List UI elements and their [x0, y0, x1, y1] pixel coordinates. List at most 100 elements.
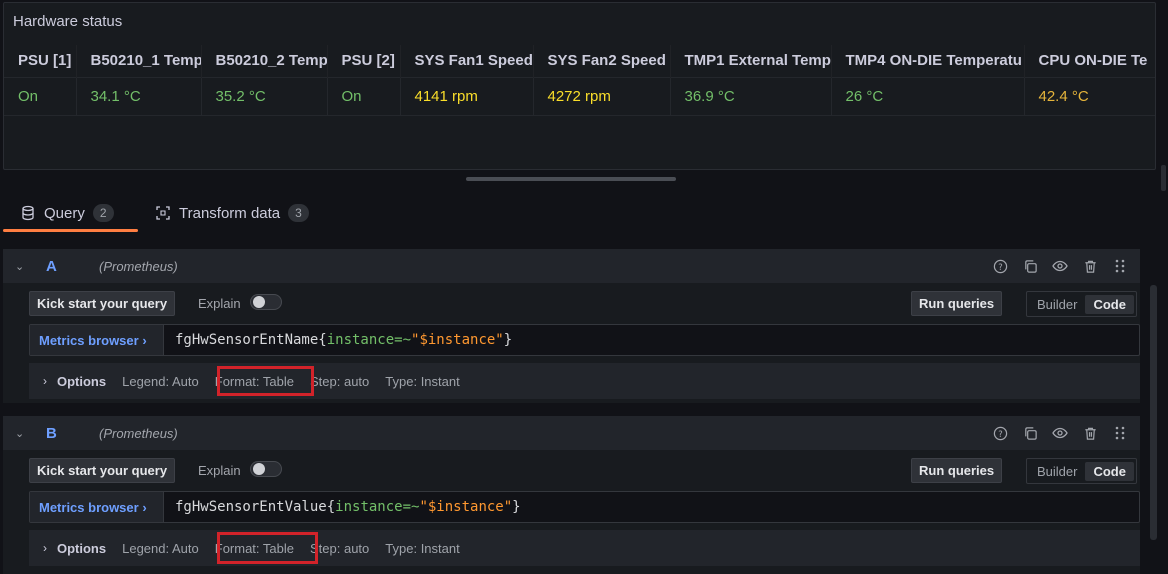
- step-option: Step: auto: [310, 540, 370, 556]
- query-letter[interactable]: A: [46, 258, 57, 275]
- explain-label: Explain: [198, 463, 241, 478]
- hardware-status-table: PSU [1] B50210_1 Temp B50210_2 Temp PSU …: [4, 45, 1155, 116]
- expr-metric: fgHwSensorEntValue{: [175, 499, 336, 515]
- step-option: Step: auto: [310, 373, 370, 389]
- table-cell: 42.4 °C: [1024, 76, 1155, 116]
- panel-title: Hardware status: [13, 13, 123, 30]
- kick-start-query-button[interactable]: Kick start your query: [29, 458, 176, 483]
- run-queries-button[interactable]: Run queries: [911, 458, 1003, 483]
- toggle-knob: [253, 296, 265, 308]
- trash-icon[interactable]: [1082, 258, 1098, 274]
- eye-icon[interactable]: [1052, 425, 1068, 441]
- query-expression-input[interactable]: fgHwSensorEntValue{instance=~"$instance"…: [164, 499, 521, 515]
- expr-label-key: instance=~: [335, 499, 420, 515]
- table-header-row: PSU [1] B50210_1 Temp B50210_2 Temp PSU …: [4, 45, 1155, 77]
- tab-label: Transform data: [179, 204, 281, 222]
- chevron-down-icon[interactable]: ⌄: [15, 260, 24, 273]
- tab-query[interactable]: Query 2: [20, 195, 114, 231]
- query-input-row: Metrics browser › fgHwSensorEntName{inst…: [29, 324, 1140, 356]
- transform-icon: [156, 206, 170, 220]
- options-label[interactable]: Options: [57, 541, 106, 556]
- duplicate-icon[interactable]: [1022, 258, 1038, 274]
- run-queries-button[interactable]: Run queries: [911, 291, 1003, 316]
- eye-icon[interactable]: [1052, 258, 1068, 274]
- toggle-knob: [253, 463, 265, 475]
- active-tab-indicator: [3, 229, 138, 232]
- expr-label-value: "$instance": [411, 332, 504, 348]
- type-option: Type: Instant: [385, 373, 460, 389]
- table-cell: 4141 rpm: [400, 76, 534, 116]
- column-header[interactable]: PSU [1]: [4, 45, 77, 77]
- metrics-browser-button[interactable]: Metrics browser ›: [30, 325, 164, 355]
- column-header[interactable]: SYS Fan1 Speed: [400, 45, 534, 77]
- tab-count-badge: 2: [92, 204, 114, 222]
- explain-toggle[interactable]: [250, 461, 282, 477]
- column-header[interactable]: TMP1 External Temp: [670, 45, 832, 77]
- pane-resize-handle[interactable]: [466, 177, 676, 181]
- expr-close: }: [503, 332, 513, 348]
- expr-metric: fgHwSensorEntName{: [175, 332, 327, 348]
- column-header[interactable]: TMP4 ON-DIE Temperatu: [831, 45, 1025, 77]
- svg-text:?: ?: [998, 428, 1002, 438]
- help-icon[interactable]: ?: [992, 425, 1008, 441]
- expr-label-value: "$instance": [419, 499, 513, 515]
- editor-scrollbar[interactable]: [1150, 285, 1157, 540]
- duplicate-icon[interactable]: [1022, 425, 1038, 441]
- explain-toggle[interactable]: [250, 294, 282, 310]
- table-cell: 35.2 °C: [201, 76, 328, 116]
- kick-start-query-button[interactable]: Kick start your query: [29, 291, 176, 316]
- table-cell: 34.1 °C: [76, 76, 202, 116]
- legend-option: Legend: Auto: [122, 373, 199, 389]
- tab-count-badge: 3: [288, 204, 309, 222]
- database-icon: [22, 205, 34, 221]
- help-icon[interactable]: ?: [992, 258, 1008, 274]
- query-expression-input[interactable]: fgHwSensorEntName{instance=~"$instance"}: [164, 332, 512, 348]
- query-options-row[interactable]: › Options Legend: Auto Format: Table Ste…: [29, 363, 1140, 399]
- chevron-down-icon[interactable]: ⌄: [15, 427, 24, 440]
- builder-mode-option[interactable]: Builder: [1029, 462, 1085, 481]
- table-row: On 34.1 °C 35.2 °C On 4141 rpm 4272 rpm …: [4, 76, 1155, 116]
- table-cell: 36.9 °C: [670, 76, 832, 116]
- drag-handle-icon[interactable]: [1112, 425, 1128, 441]
- tab-transform-data[interactable]: Transform data 3: [155, 195, 309, 231]
- hardware-status-panel: Hardware status PSU [1] B50210_1 Temp B5…: [3, 2, 1156, 170]
- query-actions: ?: [992, 249, 1128, 283]
- svg-text:?: ?: [998, 261, 1002, 271]
- builder-mode-option[interactable]: Builder: [1029, 295, 1085, 314]
- trash-icon[interactable]: [1082, 425, 1098, 441]
- chevron-right-icon[interactable]: ›: [43, 374, 47, 388]
- column-header[interactable]: SYS Fan2 Speed: [533, 45, 671, 77]
- options-label[interactable]: Options: [57, 374, 106, 389]
- editor-mode-switch: Builder Code: [1026, 291, 1137, 317]
- code-mode-option[interactable]: Code: [1085, 461, 1134, 481]
- chevron-right-icon[interactable]: ›: [43, 541, 47, 555]
- query-editor: Kick start your query Explain Run querie…: [3, 450, 1140, 574]
- query-row-header[interactable]: ⌄ A (Prometheus) ?: [3, 249, 1140, 283]
- metrics-browser-button[interactable]: Metrics browser ›: [30, 492, 164, 522]
- expr-close: }: [512, 499, 521, 515]
- table-cell: 26 °C: [831, 76, 1025, 116]
- datasource-label: (Prometheus): [99, 258, 178, 274]
- tab-label: Query: [44, 204, 85, 222]
- drag-handle-icon[interactable]: [1112, 258, 1128, 274]
- query-letter[interactable]: B: [46, 425, 57, 442]
- query-row-header[interactable]: ⌄ B (Prometheus) ?: [3, 416, 1140, 450]
- table-cell: 4272 rpm: [533, 76, 671, 116]
- datasource-label: (Prometheus): [99, 425, 178, 441]
- expr-label-key: instance=~: [326, 332, 412, 348]
- column-header[interactable]: B50210_2 Temp: [201, 45, 328, 77]
- explain-label: Explain: [198, 296, 241, 311]
- query-input-row: Metrics browser › fgHwSensorEntValue{ins…: [29, 491, 1140, 523]
- table-cell: On: [4, 76, 77, 116]
- panel-scrollbar[interactable]: [1161, 165, 1166, 191]
- column-header[interactable]: B50210_1 Temp: [76, 45, 202, 77]
- column-header[interactable]: CPU ON-DIE Te: [1024, 45, 1155, 77]
- query-actions: ?: [992, 416, 1128, 450]
- query-editor: Kick start your query Explain Run querie…: [3, 283, 1140, 403]
- column-header[interactable]: PSU [2]: [327, 45, 401, 77]
- format-highlight-box: [217, 532, 318, 564]
- code-mode-option[interactable]: Code: [1085, 294, 1134, 314]
- query-options-row[interactable]: › Options Legend: Auto Format: Table Ste…: [29, 530, 1140, 566]
- legend-option: Legend: Auto: [122, 540, 199, 556]
- table-cell: On: [327, 76, 401, 116]
